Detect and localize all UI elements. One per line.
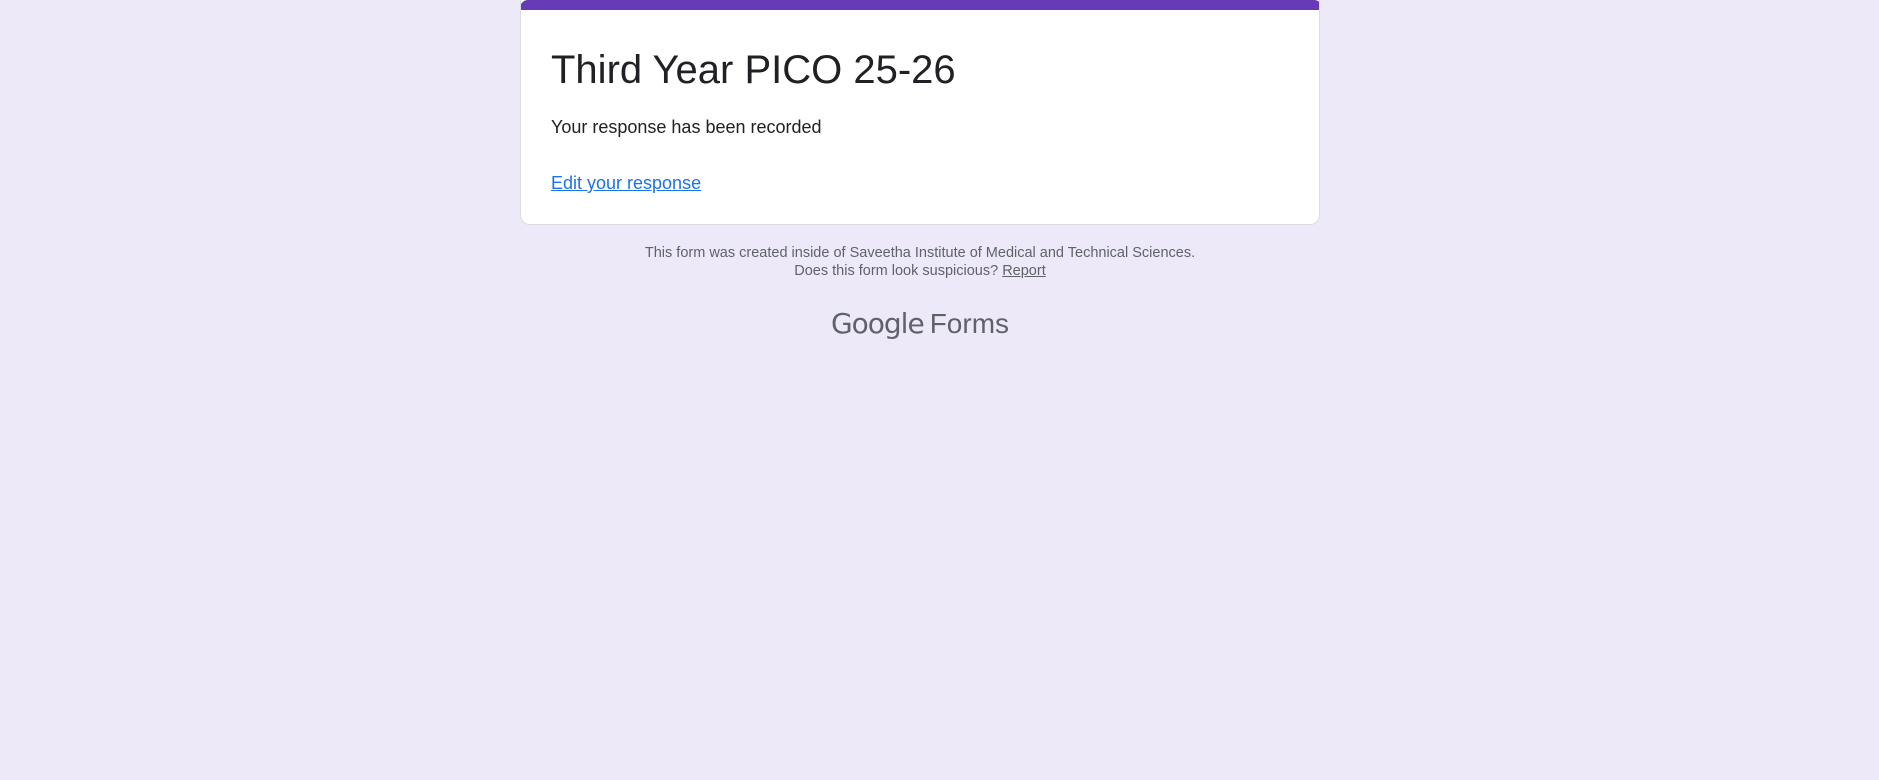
google-wordmark: Google — [830, 307, 925, 340]
forms-wordmark: Forms — [929, 308, 1010, 339]
confirmation-message: Your response has been recorded — [551, 117, 822, 137]
confirmation-card: Third Year PICO 25-26 Your response has … — [520, 0, 1320, 225]
card-accent-bar — [521, 0, 1319, 10]
suspicious-text: Does this form look suspicious? — [794, 263, 999, 279]
created-inside-text: This form was created inside of Saveetha… — [644, 245, 1196, 261]
report-link[interactable]: Report — [1002, 263, 1046, 279]
page: Third Year PICO 25-26 Your response has … — [0, 0, 1879, 780]
edit-response-link[interactable]: Edit your response — [551, 171, 701, 195]
google-forms-logo[interactable]: Google Forms — [520, 306, 1320, 347]
form-footer: This form was created inside of Saveetha… — [520, 244, 1320, 280]
form-title: Third Year PICO 25-26 — [551, 48, 956, 92]
suspicious-line: Does this form look suspicious? Report — [520, 262, 1320, 280]
